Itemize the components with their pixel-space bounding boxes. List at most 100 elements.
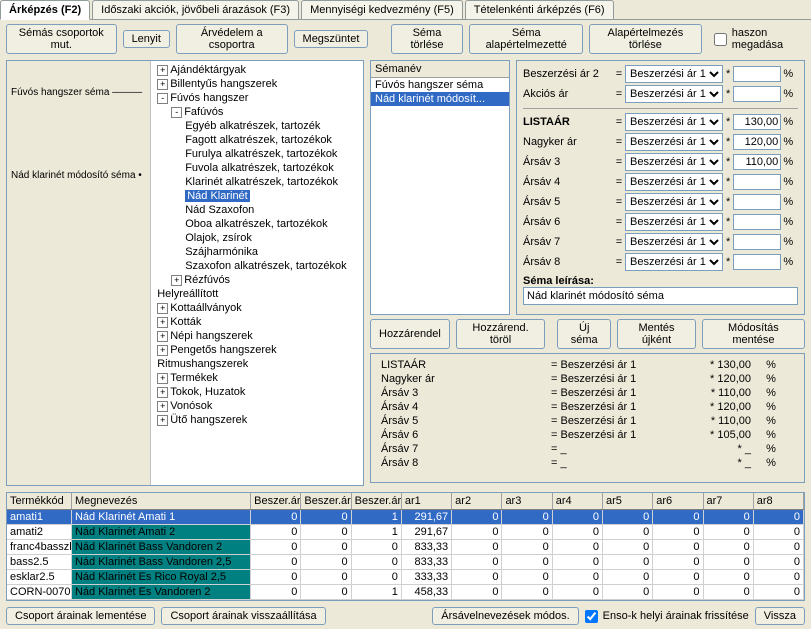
table-row[interactable]: amati1Nád Klarinét Amati 1001291,6700000… bbox=[7, 510, 804, 525]
grid-column-header[interactable]: ar8 bbox=[754, 493, 804, 509]
price-base-select[interactable]: Beszerzési ár 1 bbox=[625, 173, 723, 191]
save-group-prices-button[interactable]: Csoport árainak lementése bbox=[6, 607, 155, 625]
price-base-select[interactable]: Beszerzési ár 1 bbox=[625, 113, 723, 131]
grid-column-header[interactable]: Beszer.ár 2 bbox=[301, 493, 351, 509]
assign-delete-button[interactable]: Hozzárend. töröl bbox=[456, 319, 546, 349]
tree-item[interactable]: +Ajándéktárgyak bbox=[153, 63, 361, 77]
expand-icon[interactable]: - bbox=[171, 107, 182, 118]
tree-item[interactable]: Fuvola alkatrészek, tartozékok bbox=[153, 161, 361, 175]
new-scheme-button[interactable]: Új séma bbox=[557, 319, 611, 349]
price-base-select[interactable]: Beszerzési ár 1 bbox=[625, 153, 723, 171]
remove-button[interactable]: Megszüntet bbox=[294, 30, 369, 48]
price-base-select[interactable]: Beszerzési ár 1 bbox=[625, 65, 723, 83]
tree-item[interactable]: Oboa alkatrészek, tartozékok bbox=[153, 217, 361, 231]
scheme-list-item[interactable]: Fúvós hangszer séma bbox=[371, 78, 509, 92]
tier-names-button[interactable]: Ársávelnevezések módos. bbox=[432, 607, 578, 625]
back-button[interactable]: Vissza bbox=[755, 607, 805, 625]
price-base-select[interactable]: Beszerzési ár 1 bbox=[625, 85, 723, 103]
expand-icon[interactable]: + bbox=[157, 401, 168, 412]
grid-column-header[interactable]: ar3 bbox=[502, 493, 552, 509]
price-base-select[interactable]: Beszerzési ár 1 bbox=[625, 253, 723, 271]
tree-item[interactable]: +Vonósok bbox=[153, 399, 361, 413]
expand-icon[interactable]: + bbox=[157, 303, 168, 314]
restore-group-prices-button[interactable]: Csoport árainak visszaállítása bbox=[161, 607, 325, 625]
tree-item[interactable]: Ritmushangszerek bbox=[153, 357, 361, 371]
expand-icon[interactable]: + bbox=[157, 79, 168, 90]
tree-item[interactable]: +Billentyűs hangszerek bbox=[153, 77, 361, 91]
expand-icon[interactable]: + bbox=[157, 415, 168, 426]
enso-checkbox-label[interactable]: Enso-k helyi árainak frissítése bbox=[585, 610, 749, 623]
scheme-default-button[interactable]: Séma alapértelmezetté bbox=[469, 24, 583, 54]
desc-input[interactable] bbox=[523, 287, 798, 305]
tree-item[interactable]: Nád Klarinét bbox=[153, 189, 361, 203]
tree-item[interactable]: +Kottaállványok bbox=[153, 301, 361, 315]
tree-item[interactable]: Nád Szaxofon bbox=[153, 203, 361, 217]
tree-item[interactable]: Furulya alkatrészek, tartozékok bbox=[153, 147, 361, 161]
tab-quantity[interactable]: Mennyiségi kedvezmény (F5) bbox=[301, 0, 463, 19]
grid-column-header[interactable]: Beszer.ár 3 bbox=[352, 493, 402, 509]
tree-item[interactable]: Fagott alkatrészek, tartozékok bbox=[153, 133, 361, 147]
expand-icon[interactable]: - bbox=[157, 93, 168, 104]
tree-item[interactable]: +Pengetős hangszerek bbox=[153, 343, 361, 357]
table-row[interactable]: CORN-0070ENád Klarinét Es Vandoren 20014… bbox=[7, 585, 804, 600]
protect-button[interactable]: Árvédelem a csoportra bbox=[176, 24, 288, 54]
expand-icon[interactable]: + bbox=[157, 65, 168, 76]
price-base-select[interactable]: Beszerzési ár 1 bbox=[625, 133, 723, 151]
assign-button[interactable]: Hozzárendel bbox=[370, 319, 450, 349]
default-delete-button[interactable]: Alapértelmezés törlése bbox=[589, 24, 702, 54]
tree-item[interactable]: +Ütő hangszerek bbox=[153, 413, 361, 427]
price-multiplier-input[interactable] bbox=[733, 134, 781, 150]
tree-item[interactable]: +Kották bbox=[153, 315, 361, 329]
tree-item[interactable]: Klarinét alkatrészek, tartozékok bbox=[153, 175, 361, 189]
enso-checkbox[interactable] bbox=[585, 610, 598, 623]
price-multiplier-input[interactable] bbox=[733, 66, 781, 82]
category-tree[interactable]: +Ajándéktárgyak+Billentyűs hangszerek-Fú… bbox=[151, 61, 363, 485]
expand-icon[interactable]: + bbox=[157, 387, 168, 398]
price-base-select[interactable]: Beszerzési ár 1 bbox=[625, 193, 723, 211]
price-multiplier-input[interactable] bbox=[733, 174, 781, 190]
tree-item[interactable]: Szaxofon alkatrészek, tartozékok bbox=[153, 259, 361, 273]
tab-peritem[interactable]: Tételenkénti árképzés (F6) bbox=[465, 0, 614, 19]
tree-item[interactable]: Olajok, zsírok bbox=[153, 231, 361, 245]
grid-column-header[interactable]: Termékkód bbox=[7, 493, 72, 509]
expand-icon[interactable]: + bbox=[157, 373, 168, 384]
price-multiplier-input[interactable] bbox=[733, 234, 781, 250]
price-multiplier-input[interactable] bbox=[733, 154, 781, 170]
tab-pricing[interactable]: Árképzés (F2) bbox=[0, 0, 90, 20]
tree-item[interactable]: -Fafúvós bbox=[153, 105, 361, 119]
tree-item[interactable]: +Népi hangszerek bbox=[153, 329, 361, 343]
grid-column-header[interactable]: Megnevezés bbox=[72, 493, 251, 509]
price-multiplier-input[interactable] bbox=[733, 114, 781, 130]
grid-column-header[interactable]: ar1 bbox=[402, 493, 452, 509]
grid-column-header[interactable]: ar4 bbox=[553, 493, 603, 509]
tree-item[interactable]: Egyéb alkatrészek, tartozék bbox=[153, 119, 361, 133]
grid-column-header[interactable]: ar7 bbox=[704, 493, 754, 509]
tree-item[interactable]: +Tokok, Huzatok bbox=[153, 385, 361, 399]
scheme-list-item[interactable]: Nád klarinét módosít... bbox=[371, 92, 509, 106]
tab-period[interactable]: Időszaki akciók, jövőbeli árazások (F3) bbox=[92, 0, 299, 19]
grid-column-header[interactable]: ar6 bbox=[653, 493, 703, 509]
tree-item[interactable]: Helyreállított bbox=[153, 287, 361, 301]
profit-checkbox[interactable] bbox=[714, 33, 727, 46]
expand-button[interactable]: Lenyit bbox=[123, 30, 170, 48]
tree-item[interactable]: Szájharmónika bbox=[153, 245, 361, 259]
expand-icon[interactable]: + bbox=[157, 317, 168, 328]
scheme-list[interactable]: Sémanév Fúvós hangszer sémaNád klarinét … bbox=[370, 60, 510, 315]
save-as-button[interactable]: Mentés újként bbox=[617, 319, 696, 349]
grid-column-header[interactable]: ar5 bbox=[603, 493, 653, 509]
price-multiplier-input[interactable] bbox=[733, 194, 781, 210]
price-multiplier-input[interactable] bbox=[733, 214, 781, 230]
profit-checkbox-label[interactable]: haszon megadása bbox=[714, 27, 805, 51]
expand-icon[interactable]: + bbox=[157, 345, 168, 356]
price-multiplier-input[interactable] bbox=[733, 86, 781, 102]
grid-column-header[interactable]: ar2 bbox=[452, 493, 502, 509]
price-base-select[interactable]: Beszerzési ár 1 bbox=[625, 213, 723, 231]
tree-item[interactable]: +Termékek bbox=[153, 371, 361, 385]
expand-icon[interactable]: + bbox=[171, 275, 182, 286]
show-groups-button[interactable]: Sémás csoportok mut. bbox=[6, 24, 117, 54]
table-row[interactable]: bass2.5Nád Klarinét Bass Vandoren 2,5000… bbox=[7, 555, 804, 570]
expand-icon[interactable]: + bbox=[157, 331, 168, 342]
product-grid[interactable]: TermékkódMegnevezésBeszer.árBeszer.ár 2B… bbox=[6, 492, 805, 601]
table-row[interactable]: esklar2.5Nád Klarinét Es Rico Royal 2,50… bbox=[7, 570, 804, 585]
tree-item[interactable]: +Rézfúvós bbox=[153, 273, 361, 287]
